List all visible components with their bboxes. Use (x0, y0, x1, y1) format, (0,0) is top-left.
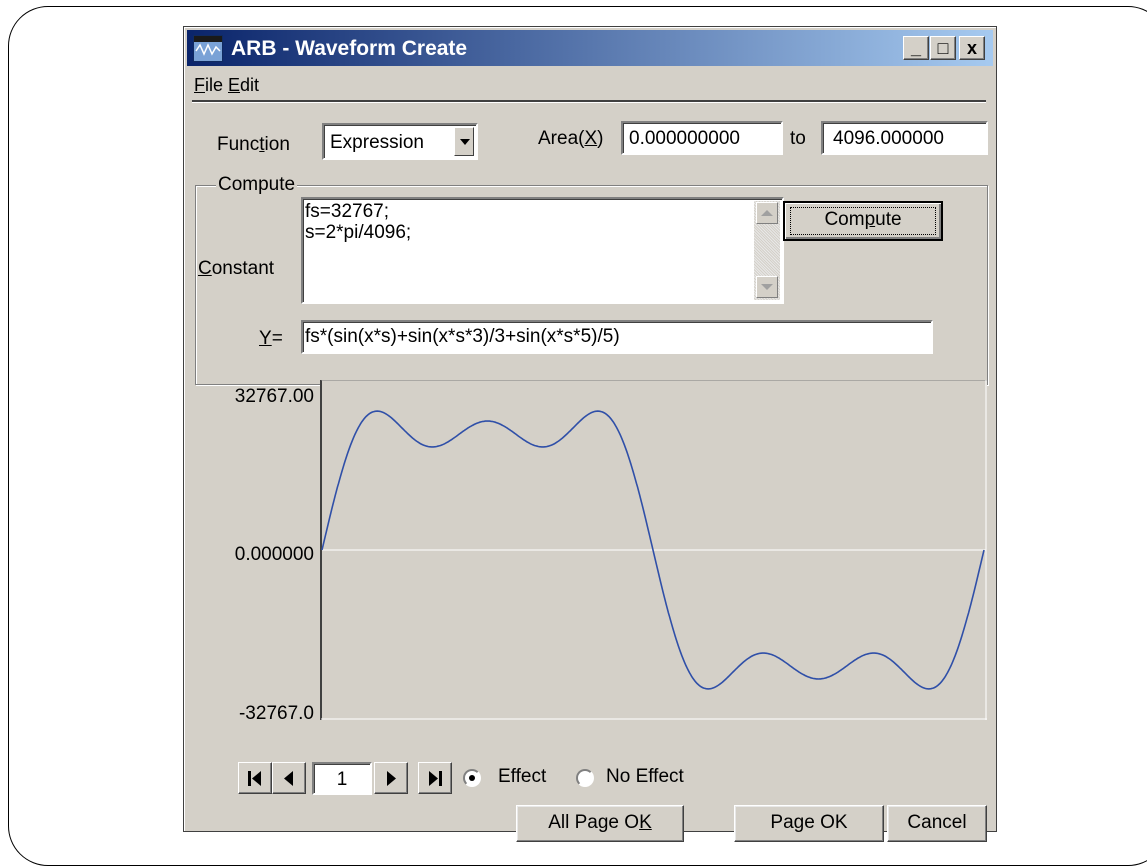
last-page-button[interactable] (418, 762, 452, 794)
menu-file[interactable]: File (194, 75, 223, 96)
waveform-app-icon (193, 35, 223, 62)
constant-label: Constant (198, 258, 274, 280)
menu-file-mnemonic: F (194, 75, 205, 95)
area-to-input[interactable]: 4096.000000 (821, 121, 988, 155)
no-effect-label: No Effect (606, 766, 684, 787)
area-label-mnemonic: X (584, 128, 598, 149)
radio-selected-dot (469, 775, 475, 781)
compute-button[interactable]: Compute (783, 201, 943, 241)
maximize-button[interactable]: □ (930, 36, 956, 60)
title-bar[interactable]: ARB - Waveform Create _ □ x (187, 30, 993, 66)
all-page-ok-button[interactable]: All Page OK (516, 805, 684, 842)
scroll-up-button[interactable] (756, 202, 778, 224)
no-effect-radio[interactable] (576, 769, 594, 787)
area-label-suffix: ) (597, 128, 604, 149)
focus-ring (790, 207, 936, 235)
page-ok-mnemonic: g (793, 812, 805, 833)
last-page-icon (429, 771, 442, 786)
y-zero-label: 0.000000 (234, 544, 314, 565)
cancel-button[interactable]: Cancel (887, 805, 987, 842)
area-label: Area(X) (538, 128, 603, 150)
minimize-button[interactable]: _ (903, 36, 929, 60)
effect-radio[interactable] (463, 769, 481, 787)
area-label-prefix: Area( (538, 128, 585, 149)
waveform-plot (320, 379, 987, 720)
all-page-ok-prefix: All Page O (548, 812, 640, 833)
menu-edit[interactable]: Edit (228, 75, 259, 96)
page-number-value: 1 (336, 769, 348, 790)
constant-textarea[interactable]: fs=32767; s=2*pi/4096; (301, 197, 784, 304)
menu-edit-label: dit (240, 75, 260, 95)
y-label-mnemonic: Y (259, 328, 272, 349)
page-ok-button[interactable]: Page OK (734, 805, 884, 842)
page-ok-prefix: Pa (770, 812, 794, 833)
first-page-button[interactable] (238, 762, 272, 794)
page-ok-suffix: e OK (804, 812, 848, 833)
constant-line: s=2*pi/4096; (305, 222, 412, 243)
menu-file-label: ile (205, 75, 224, 95)
constant-label-rest: onstant (211, 258, 275, 279)
y-equals-label: Y= (259, 328, 283, 350)
prev-page-icon (284, 771, 293, 786)
maximize-icon: □ (937, 38, 949, 58)
area-to-label: to (790, 128, 806, 149)
first-page-icon (248, 771, 261, 786)
y-min-label: -32767.0 (238, 703, 314, 724)
y-max-label: 32767.00 (234, 386, 314, 407)
all-page-ok-mnemonic: K (639, 812, 652, 833)
minimize-icon: _ (910, 38, 921, 58)
close-button[interactable]: x (959, 36, 985, 60)
window-title: ARB - Waveform Create (231, 37, 468, 60)
menu-separator (192, 100, 986, 103)
page-number-input[interactable]: 1 (312, 762, 372, 795)
function-label: Function (217, 134, 290, 156)
function-label-suffix: ion (264, 134, 290, 155)
y-expression-input[interactable]: fs*(sin(x*s)+sin(x*s*3)/3+sin(x*s*5)/5) (301, 320, 933, 354)
menu-edit-mnemonic: E (228, 75, 241, 95)
area-from-value: 0.000000000 (629, 128, 740, 149)
waveform-create-window: ARB - Waveform Create _ □ x File Edit Fu… (183, 26, 997, 842)
function-label-prefix: Func (217, 134, 260, 155)
chevron-down-icon[interactable] (454, 127, 474, 156)
constant-line: fs=32767; (305, 201, 389, 222)
textarea-scrollbar[interactable] (754, 201, 780, 300)
triangle-down-icon (761, 284, 773, 290)
function-select[interactable]: Expression (322, 123, 478, 160)
scroll-down-button[interactable] (756, 276, 778, 298)
compute-group-title: Compute (216, 174, 298, 196)
next-page-icon (387, 771, 396, 786)
waveform-chart[interactable] (320, 379, 987, 720)
next-page-button[interactable] (374, 762, 408, 794)
effect-label: Effect (498, 766, 547, 787)
constant-label-mnemonic: C (198, 258, 212, 279)
y-label-rest: = (271, 328, 283, 349)
area-to-value: 4096.000000 (833, 128, 944, 149)
function-value: Expression (330, 132, 424, 153)
close-icon: x (966, 38, 977, 58)
area-from-input[interactable]: 0.000000000 (621, 121, 783, 155)
prev-page-button[interactable] (272, 762, 306, 794)
y-expression-value: fs*(sin(x*s)+sin(x*s*3)/3+sin(x*s*5)/5) (305, 326, 620, 347)
triangle-up-icon (761, 210, 773, 216)
